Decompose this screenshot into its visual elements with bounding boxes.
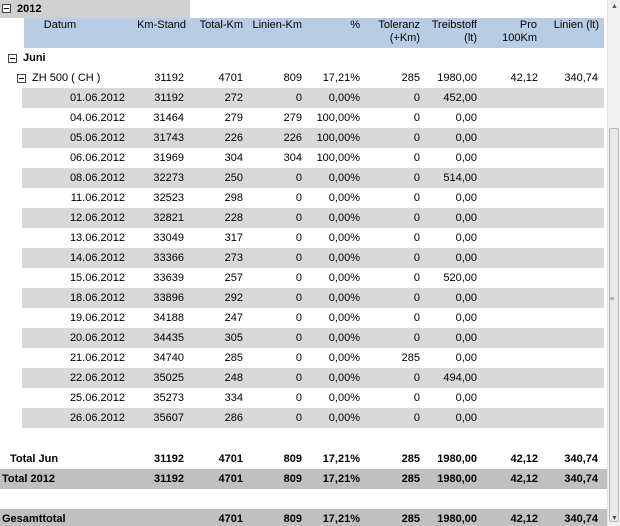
cell-treibstoff: 520,00 [443, 272, 477, 284]
table-row[interactable]: 04.06.2012 31464 279 279 100,00% 0 0,00 [0, 108, 607, 128]
table-row[interactable]: 01.06.2012 31192 272 0 0,00% 0 452,00 [0, 88, 607, 108]
cell-treibstoff: 1980,00 [437, 72, 477, 84]
table-row[interactable]: 14.06.2012 33366 273 0 0,00% 0 0,00 [0, 248, 607, 268]
cell-treibstoff: 1980,00 [437, 453, 477, 465]
month-group-row: Juni [0, 48, 607, 68]
table-row[interactable]: 05.06.2012 31743 226 226 100,00% 0 0,00 [0, 128, 607, 148]
header-text: Linien (lt) [553, 19, 599, 31]
collapse-vehicle-icon[interactable] [17, 74, 26, 83]
collapse-month-icon[interactable] [8, 54, 17, 63]
header-treibstoff[interactable]: Treibstoff (lt) [417, 19, 477, 45]
month-group-label: Juni [23, 52, 46, 64]
table-row[interactable]: 13.06.2012 33049 317 0 0,00% 0 0,00 [0, 228, 607, 248]
cell-treibstoff: 0,00 [455, 132, 477, 144]
header-text: Linien-Km [252, 19, 302, 31]
cell-treibstoff: 0,00 [455, 212, 477, 224]
year-group-row: 2012 [0, 0, 190, 18]
table-row[interactable]: 18.06.2012 33896 292 0 0,00% 0 0,00 [0, 288, 607, 308]
header-toleranz[interactable]: Toleranz (+Km) [360, 19, 420, 45]
vehicle-group-row: ZH 500 ( CH ) 31192 4701 809 17,21% 285 1980,… [0, 68, 607, 88]
scroll-up-arrow-icon[interactable]: ▲ [608, 0, 620, 14]
header-subtext: 100Km [502, 32, 537, 44]
cell-treibstoff: 0,00 [455, 232, 477, 244]
header-pro-100km[interactable]: Pro 100Km [487, 19, 537, 45]
header-text: Pro [519, 19, 537, 31]
header-linien-lt[interactable]: Linien (lt) [539, 19, 599, 32]
cell-treibstoff: 0,00 [455, 152, 477, 164]
header-text: Datum [43, 19, 77, 31]
scroll-down-arrow-icon[interactable]: ▼ [608, 512, 620, 526]
header-total-km[interactable]: Total-Km [183, 19, 243, 32]
scrollbar-thumb[interactable] [609, 128, 619, 522]
table-row[interactable]: 08.06.2012 32273 250 0 0,00% 0 514,00 [0, 168, 607, 188]
grand-total-row: Gesamttotal 4701 809 17,21% 285 1980,00 42,12… [0, 509, 607, 526]
table-row[interactable]: 15.06.2012 33639 257 0 0,00% 0 520,00 [0, 268, 607, 288]
cell-treibstoff: 0,00 [455, 352, 477, 364]
table-row[interactable]: 22.06.2012 35025 248 0 0,00% 0 494,00 [0, 368, 607, 388]
cell-treibstoff: 514,00 [443, 172, 477, 184]
header-text: % [350, 19, 360, 31]
cell-treibstoff: 0,00 [455, 412, 477, 424]
cell-linien-lt: 340,74 [564, 453, 598, 465]
scrollbar-grip-icon: ≡ [610, 296, 615, 303]
table-row[interactable]: 11.06.2012 32523 298 0 0,00% 0 0,00 [0, 188, 607, 208]
table-row[interactable]: 25.06.2012 35273 334 0 0,00% 0 0,00 [0, 388, 607, 408]
vehicle-group-label: ZH 500 ( CH ) [32, 72, 101, 84]
vertical-scrollbar[interactable]: ▲ ≡ ▼ [607, 0, 620, 526]
cell-treibstoff: 0,00 [455, 112, 477, 124]
cell-treibstoff: 1980,00 [437, 473, 477, 485]
pivot-report: 2012 Datum Km-Stand Total-Km Linien-Km% Tole… [0, 0, 607, 526]
total-year-row: Total 2012 31192 4701 809 17,21% 285 1980,00 4… [0, 469, 607, 489]
collapse-year-icon[interactable] [2, 4, 11, 13]
cell-treibstoff: 0,00 [455, 332, 477, 344]
header-text: Toleranz [378, 19, 420, 31]
cell-treibstoff: 0,00 [455, 292, 477, 304]
header-km-stand[interactable]: Km-Stand [116, 19, 186, 32]
header-subtext: (+Km) [389, 32, 420, 44]
table-row[interactable]: 06.06.2012 31969 304 304 100,00% 0 0,00 [0, 148, 607, 168]
cell-linien-lt: 340,74 [564, 513, 598, 525]
cell-treibstoff: 0,00 [455, 192, 477, 204]
table-row[interactable]: 12.06.2012 32821 228 0 0,00% 0 0,00 [0, 208, 607, 228]
total-month-label: Total Jun [10, 453, 59, 465]
cell-treibstoff: 452,00 [443, 92, 477, 104]
year-group-label: 2012 [17, 3, 42, 15]
cell-treibstoff: 0,00 [455, 252, 477, 264]
cell-treibstoff: 0,00 [455, 312, 477, 324]
header-linien-km[interactable]: Linien-Km [242, 19, 302, 32]
header-percent[interactable]: % [320, 19, 360, 32]
header-text: Total-Km [199, 19, 243, 31]
table-row[interactable]: 21.06.2012 34740 285 0 0,00% 285 0,00 [0, 348, 607, 368]
table-row[interactable]: 20.06.2012 34435 305 0 0,00% 0 0,00 [0, 328, 607, 348]
total-year-label: Total 2012 [2, 473, 55, 485]
cell-treibstoff: 0,00 [455, 392, 477, 404]
header-text: Km-Stand [137, 19, 186, 31]
header-datum[interactable]: Datum [20, 19, 100, 32]
grand-total-label: Gesamttotal [2, 513, 66, 525]
total-month-row: Total Jun 31192 4701 809 17,21% 285 1980,00 42… [0, 449, 607, 469]
header-text: Treibstoff [431, 19, 477, 31]
cell-linien-lt: 340,74 [564, 72, 598, 84]
header-subtext: (lt) [464, 32, 477, 44]
cell-treibstoff: 1980,00 [437, 513, 477, 525]
cell-linien-lt: 340,74 [564, 473, 598, 485]
table-row[interactable]: 26.06.2012 35607 286 0 0,00% 0 0,00 [0, 408, 607, 428]
cell-treibstoff: 494,00 [443, 372, 477, 384]
table-row[interactable]: 19.06.2012 34188 247 0 0,00% 0 0,00 [0, 308, 607, 328]
